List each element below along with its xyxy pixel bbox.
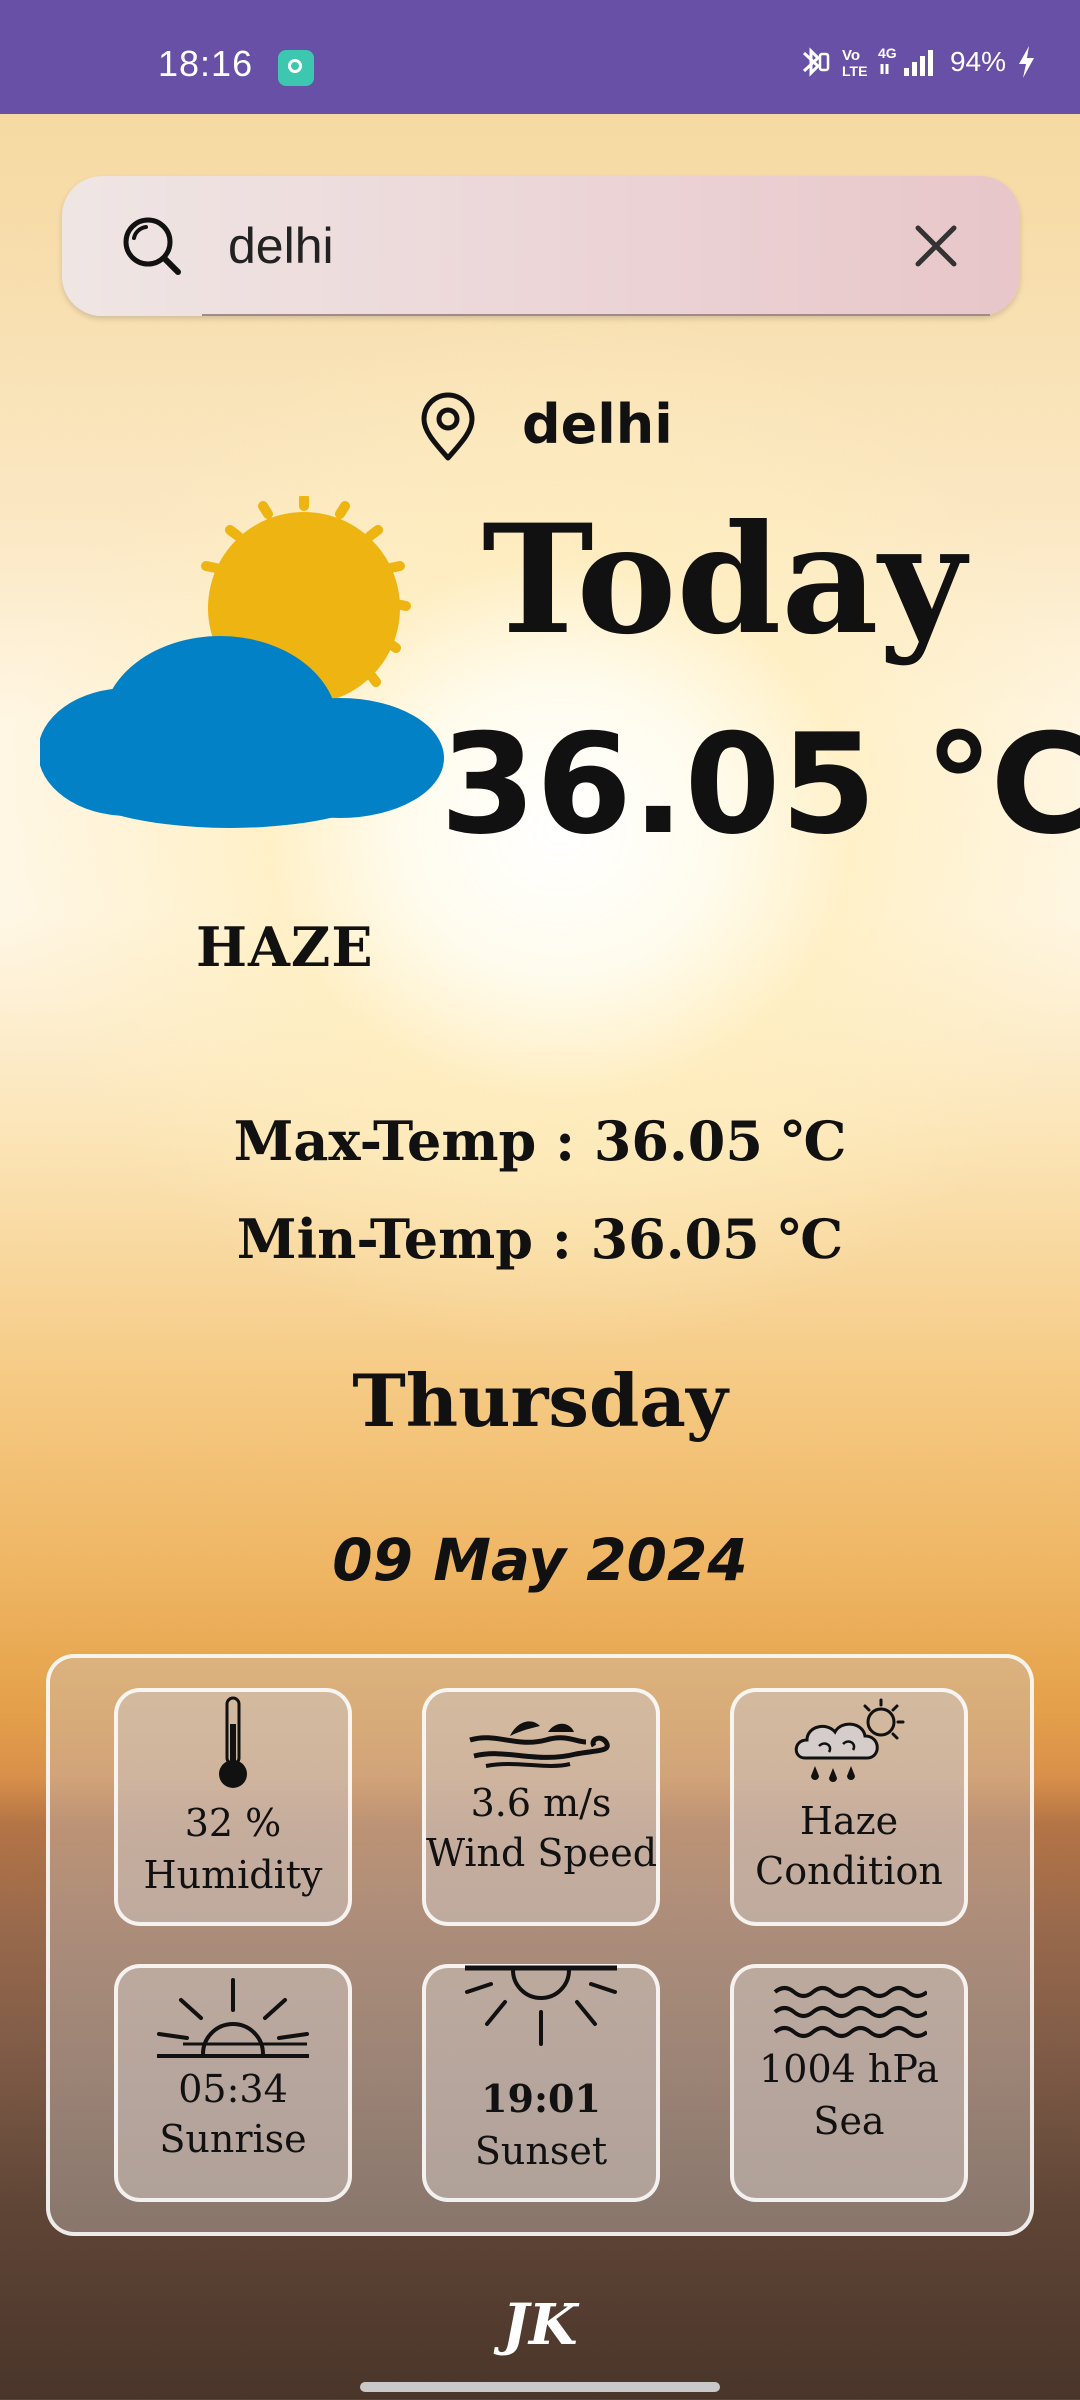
weather-details-panel: 32 % Humidity 3.6 m/s Wind Speed Haze Co… (46, 1654, 1034, 2236)
sunset-card: 19:01 Sunset (422, 1964, 660, 2202)
current-temperature: 36.05 ℃ (440, 704, 1080, 865)
sunrise-icon (157, 1978, 309, 2058)
max-temperature: Max-Temp : 36.05 ℃ (233, 1109, 847, 1173)
search-icon[interactable] (120, 214, 184, 278)
wind-icon (469, 1721, 610, 1768)
pressure-value: 1004 hPa (759, 2047, 939, 2091)
humidity-label: Humidity (143, 1853, 323, 1897)
sunset-value: 19:01 (481, 2076, 601, 2121)
location-name: delhi (522, 393, 673, 456)
pressure-label: Sea (813, 2099, 885, 2143)
condition-label: Condition (755, 1849, 943, 1893)
status-indicators: Vo LTE 4G 94% (796, 44, 1036, 80)
location-row: delhi (0, 388, 1080, 468)
battery-percentage: 94% (949, 46, 1006, 77)
min-temperature: Min-Temp : 36.05 ℃ (236, 1207, 844, 1271)
cloud (40, 636, 444, 828)
svg-text:4G: 4G (878, 45, 897, 61)
bluetooth-icon (802, 47, 830, 77)
signal-icon: 4G (878, 45, 933, 76)
sunrise-label: Sunrise (159, 2117, 307, 2161)
notification-app-icon (278, 50, 314, 86)
humidity-card: 32 % Humidity (114, 1688, 352, 1926)
wind-card: 3.6 m/s Wind Speed (422, 1688, 660, 1926)
search-underline (202, 314, 990, 316)
thermometer-icon (219, 1696, 247, 1788)
status-time: 18:16 (158, 43, 254, 84)
sunset-label: Sunset (474, 2129, 608, 2173)
weather-condition: HAZE (196, 915, 374, 979)
pressure-card: 1004 hPa Sea (730, 1964, 968, 2202)
day-of-week: Thursday (352, 1358, 728, 1443)
svg-text:Vo: Vo (842, 47, 860, 64)
close-icon[interactable] (910, 220, 962, 272)
sunset-icon (465, 1965, 617, 2046)
status-bar: 18:16 Vo LTE 4G 94% (0, 0, 1080, 114)
condition-value: Haze (799, 1799, 899, 1843)
storm-cloud-icon (794, 1698, 905, 1782)
waves-icon (773, 1986, 927, 2038)
gesture-navigation-bar[interactable] (360, 2382, 720, 2392)
search-input[interactable] (228, 210, 868, 282)
location-pin-icon (421, 392, 475, 461)
volte-icon: Vo LTE (842, 47, 867, 79)
sun-cloud-icon (40, 496, 444, 828)
wind-label: Wind Speed (426, 1831, 658, 1875)
svg-text:LTE: LTE (842, 63, 867, 79)
sunrise-value: 05:34 (178, 2067, 288, 2111)
footer-signature: JK (502, 2292, 578, 2358)
wind-value: 3.6 m/s (470, 1781, 612, 1825)
charging-icon (1019, 46, 1034, 78)
date: 09 May 2024 (332, 1526, 748, 1594)
condition-card: Haze Condition (730, 1688, 968, 1926)
sunrise-card: 05:34 Sunrise (114, 1964, 352, 2202)
today-label: Today (482, 492, 966, 668)
humidity-value: 32 % (184, 1801, 282, 1845)
search-bar[interactable] (62, 176, 1020, 316)
